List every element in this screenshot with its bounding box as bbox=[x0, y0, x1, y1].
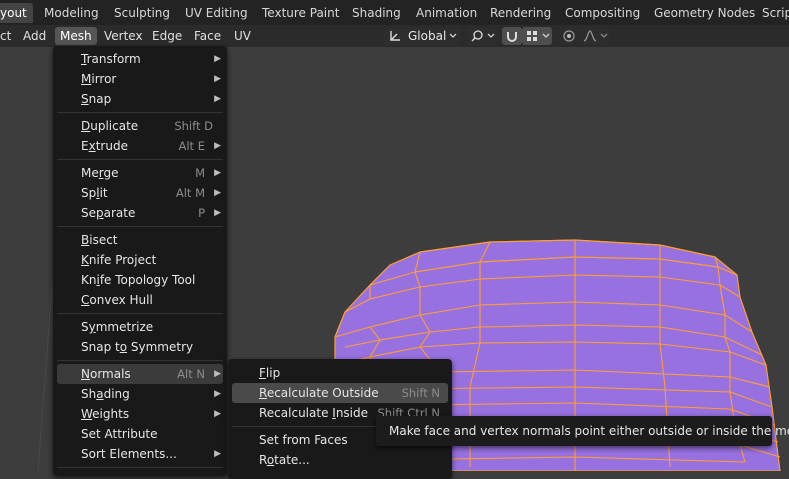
menu-item-bisect[interactable]: Bisect bbox=[57, 230, 223, 250]
menu-item-extrude[interactable]: Extrude Alt E ▶ bbox=[57, 136, 223, 156]
pivot-point-dropdown[interactable] bbox=[467, 27, 497, 45]
tab-animation[interactable]: Animation bbox=[410, 3, 483, 23]
chevron-down-icon bbox=[542, 33, 550, 38]
tab-sculpting[interactable]: Sculpting bbox=[108, 3, 176, 23]
mesh-menu: Transform ▶ Mirror ▶ Snap ▶ Duplicate Shift … bbox=[53, 46, 227, 476]
snap-toggle[interactable] bbox=[502, 27, 522, 45]
menu-item-mirror[interactable]: Mirror ▶ bbox=[57, 69, 223, 89]
menu-separator bbox=[57, 313, 223, 314]
tab-layout[interactable]: yout bbox=[0, 3, 33, 23]
menu-add[interactable]: Add bbox=[18, 27, 51, 45]
tab-shading[interactable]: Shading bbox=[346, 3, 407, 23]
snap-increment-icon bbox=[527, 31, 537, 41]
menu-item-separate[interactable]: Separate P ▶ bbox=[57, 203, 223, 223]
submenu-arrow-icon: ▶ bbox=[214, 208, 221, 218]
menu-vertex[interactable]: Vertex bbox=[99, 27, 148, 45]
menu-select[interactable]: ct bbox=[0, 27, 16, 45]
menu-item-convex-hull[interactable]: Convex Hull bbox=[57, 290, 223, 310]
tab-texture-paint[interactable]: Texture Paint bbox=[256, 3, 345, 23]
menu-separator bbox=[57, 112, 223, 113]
menu-item-sort-elements[interactable]: Sort Elements... ▶ bbox=[57, 444, 223, 464]
menu-separator bbox=[57, 159, 223, 160]
submenu-arrow-icon: ▶ bbox=[214, 141, 221, 151]
menu-item-knife-topology-tool[interactable]: Knife Topology Tool bbox=[57, 270, 223, 290]
proportional-falloff-dropdown[interactable] bbox=[580, 27, 610, 45]
menu-item-flip[interactable]: Flip bbox=[232, 363, 448, 383]
submenu-arrow-icon: ▶ bbox=[214, 74, 221, 84]
tab-modeling[interactable]: Modeling bbox=[38, 3, 105, 23]
proportional-editing-toggle[interactable] bbox=[559, 27, 579, 45]
menu-face[interactable]: Face bbox=[189, 27, 226, 45]
submenu-arrow-icon: ▶ bbox=[214, 188, 221, 198]
menu-item-weights[interactable]: Weights ▶ bbox=[57, 404, 223, 424]
falloff-curve-icon bbox=[583, 30, 597, 42]
tab-scripting[interactable]: Scrip bbox=[756, 3, 789, 23]
tab-compositing[interactable]: Compositing bbox=[559, 3, 646, 23]
pivot-point-icon bbox=[471, 30, 483, 42]
proportional-editing-icon bbox=[563, 30, 575, 42]
transform-orientation-value: Global bbox=[408, 29, 447, 43]
submenu-arrow-icon: ▶ bbox=[214, 54, 221, 64]
menu-item-symmetrize[interactable]: Symmetrize bbox=[57, 317, 223, 337]
tooltip: Make face and vertex normals point eithe… bbox=[376, 416, 789, 446]
magnet-icon bbox=[507, 32, 517, 42]
menu-item-shading[interactable]: Shading ▶ bbox=[57, 384, 223, 404]
tab-uv-editing[interactable]: UV Editing bbox=[179, 3, 254, 23]
menu-separator bbox=[57, 226, 223, 227]
menu-item-split[interactable]: Split Alt M ▶ bbox=[57, 183, 223, 203]
menu-item-rotate[interactable]: Rotate... bbox=[232, 450, 448, 470]
snap-target-dropdown[interactable] bbox=[522, 27, 552, 45]
submenu-arrow-icon: ▶ bbox=[214, 369, 221, 379]
menu-item-recalculate-outside[interactable]: Recalculate Outside Shift N bbox=[232, 383, 448, 403]
menu-uv[interactable]: UV bbox=[229, 27, 256, 45]
submenu-arrow-icon: ▶ bbox=[214, 94, 221, 104]
chevron-down-icon bbox=[487, 33, 495, 38]
menu-mesh[interactable]: Mesh bbox=[55, 27, 97, 45]
menu-item-snap[interactable]: Snap ▶ bbox=[57, 89, 223, 109]
menu-item-knife-project[interactable]: Knife Project bbox=[57, 250, 223, 270]
chevron-down-icon bbox=[449, 33, 457, 38]
viewport-header: ct Add Mesh Vertex Edge Face UV Global bbox=[0, 25, 789, 47]
submenu-arrow-icon: ▶ bbox=[214, 389, 221, 399]
tab-geometry-nodes[interactable]: Geometry Nodes bbox=[648, 3, 761, 23]
menu-item-snap-to-symmetry[interactable]: Snap to Symmetry bbox=[57, 337, 223, 357]
chevron-down-icon bbox=[600, 33, 608, 38]
menu-separator bbox=[57, 360, 223, 361]
menu-item-merge[interactable]: Merge M ▶ bbox=[57, 163, 223, 183]
menu-edge[interactable]: Edge bbox=[147, 27, 187, 45]
tooltip-text: Make face and vertex normals point eithe… bbox=[389, 424, 789, 438]
submenu-arrow-icon: ▶ bbox=[214, 168, 221, 178]
menu-item-set-attribute[interactable]: Set Attribute bbox=[57, 424, 223, 444]
tab-rendering[interactable]: Rendering bbox=[484, 3, 557, 23]
menu-item-normals[interactable]: Normals Alt N ▶ bbox=[57, 364, 223, 384]
menu-separator bbox=[57, 467, 223, 468]
transform-orientation-dropdown[interactable]: Global bbox=[383, 27, 461, 45]
submenu-arrow-icon: ▶ bbox=[214, 449, 221, 459]
workspace-tab-bar: yout Modeling Sculpting UV Editing Textu… bbox=[0, 0, 789, 25]
orientation-axes-icon bbox=[390, 31, 400, 41]
menu-item-transform[interactable]: Transform ▶ bbox=[57, 49, 223, 69]
menu-item-duplicate[interactable]: Duplicate Shift D bbox=[57, 116, 223, 136]
submenu-arrow-icon: ▶ bbox=[214, 409, 221, 419]
